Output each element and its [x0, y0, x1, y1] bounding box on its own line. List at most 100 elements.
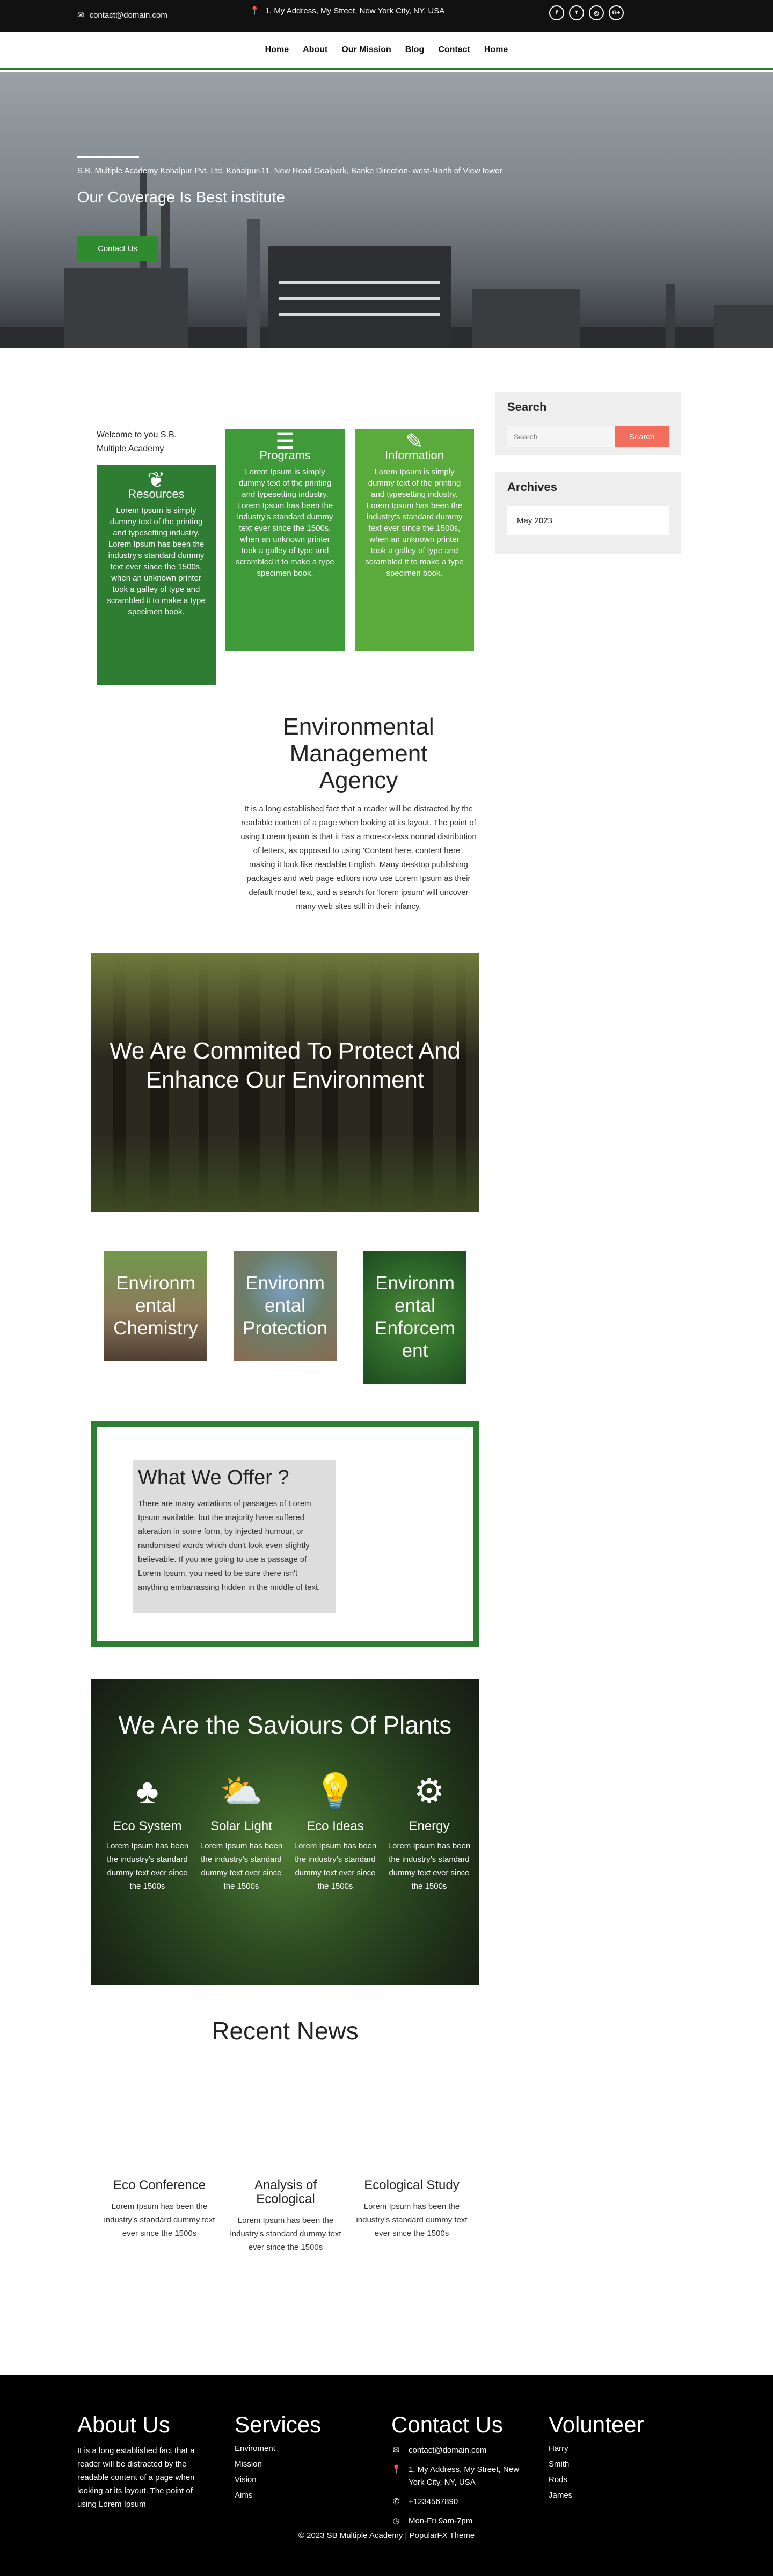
plant-item-title: Energy: [409, 1819, 450, 1833]
top-address: 📍 1, My Address, My Street, New York Cit…: [250, 6, 444, 16]
tile-label: Environm ental Chemistry: [113, 1273, 198, 1339]
card-programs: ☰ Programs Lorem Ipsum is simply dummy t…: [225, 429, 345, 651]
twitter-icon[interactable]: t: [569, 5, 584, 20]
news-item-title: Analysis of Ecological: [254, 2178, 317, 2206]
google-plus-icon[interactable]: G+: [609, 5, 624, 20]
plant-item-solar-light: ⛅ Solar Light Lorem Ipsum has been the i…: [194, 1771, 288, 1893]
nav-item-contact[interactable]: Contact: [438, 45, 470, 55]
environment-text: It is a long established fact that a rea…: [240, 804, 477, 911]
tree-icon: ♣: [136, 1772, 159, 1810]
archives-widget-title: Archives: [507, 480, 557, 494]
card-text: Lorem Ipsum is simply dummy text of the …: [365, 467, 464, 578]
leaf-icon: ❦: [147, 468, 165, 492]
plant-item-energy: ⚙ Energy Lorem Ipsum has been the indust…: [382, 1771, 476, 1893]
news-item-title: Eco Conference: [113, 2178, 206, 2192]
commitment-title: We Are Commited To Protect And Enhance O…: [110, 1038, 461, 1093]
card-title: Resources: [128, 487, 185, 501]
footer-volunteer-name[interactable]: Rods: [549, 2475, 683, 2484]
footer-about-text: It is a long established fact that a rea…: [77, 2446, 195, 2509]
tile-environmental-enforcement[interactable]: Environm ental Enforcem ent: [363, 1251, 466, 1384]
offer-section: What We Offer ? There are many variation…: [91, 1421, 479, 1647]
news-item-text: Lorem Ipsum has been the industry's stan…: [356, 2202, 468, 2238]
footer-service-link[interactable]: Aims: [235, 2491, 369, 2500]
top-email-text: contact@domain.com: [89, 10, 167, 20]
nav-item-home[interactable]: Home: [265, 45, 289, 55]
instagram-icon[interactable]: ◎: [589, 5, 604, 20]
archives-widget: Archives May 2023: [495, 472, 681, 554]
archive-item-label: May 2023: [517, 516, 552, 525]
footer-volunteer-title: Volunteer: [549, 2412, 644, 2437]
nav-item-about[interactable]: About: [303, 45, 327, 55]
search-widget-title: Search: [507, 400, 547, 414]
plant-item-title: Solar Light: [210, 1819, 272, 1833]
social-links: f t ◎ G+: [549, 5, 624, 20]
plants-section: We Are the Saviours Of Plants ♣ Eco Syst…: [91, 1679, 479, 1985]
card-resources: ❦ Resources Lorem Ipsum is simply dummy …: [97, 465, 216, 685]
top-address-text: 1, My Address, My Street, New York City,…: [265, 6, 445, 16]
plant-item-title: Eco System: [113, 1819, 182, 1833]
footer-contact-address: 1, My Address, My Street, New York City,…: [409, 2465, 519, 2487]
hero-divider: [77, 156, 139, 158]
search-input[interactable]: [507, 426, 615, 447]
plant-item-eco-ideas: 💡 Eco Ideas Lorem Ipsum has been the ind…: [288, 1771, 382, 1893]
plant-item-text: Lorem Ipsum has been the industry's stan…: [106, 1841, 189, 1891]
footer-service-link[interactable]: Vision: [235, 2475, 369, 2484]
card-title: Information: [384, 449, 444, 462]
welcome-text: Welcome to you S.B. Multiple Academy: [97, 430, 177, 453]
news-item-eco-conference[interactable]: Eco Conference Lorem Ipsum has been the …: [98, 2178, 221, 2240]
main-nav: Home About Our Mission Blog Contact Home: [0, 32, 773, 70]
news-item-ecological-study[interactable]: Ecological Study Lorem Ipsum has been th…: [350, 2178, 473, 2240]
footer-service-link[interactable]: Mission: [235, 2460, 369, 2469]
footer-contact-email[interactable]: contact@domain.com: [409, 2444, 486, 2457]
news-item-analysis-of-ecological[interactable]: Analysis of Ecological Lorem Ipsum has b…: [224, 2178, 347, 2254]
copyright: © 2023 SB Multiple Academy | PopularFX T…: [298, 2531, 475, 2540]
footer-about-title: About Us: [77, 2412, 170, 2437]
footer: About Us It is a long established fact t…: [0, 2375, 773, 2576]
map-pin-icon: 📍: [250, 6, 260, 16]
search-widget: Search Search: [495, 392, 681, 455]
top-bar: ✉ contact@domain.com 📍 1, My Address, My…: [0, 0, 773, 32]
footer-volunteer-name[interactable]: Harry: [549, 2444, 683, 2453]
tile-environmental-protection[interactable]: Environm ental Protection: [234, 1251, 337, 1361]
gear-icon: ⚙: [413, 1772, 445, 1810]
footer-about: About Us It is a long established fact t…: [77, 2412, 212, 2511]
news-item-text: Lorem Ipsum has been the industry's stan…: [230, 2216, 341, 2252]
footer-volunteer: Volunteer Harry Smith Rods James: [549, 2412, 683, 2506]
card-text: Lorem Ipsum is simply dummy text of the …: [107, 506, 206, 617]
tile-label: Environm ental Enforcem ent: [375, 1273, 455, 1361]
footer-volunteer-name[interactable]: James: [549, 2491, 683, 2500]
archive-item[interactable]: May 2023: [507, 506, 669, 535]
footer-services-title: Services: [235, 2412, 322, 2437]
news-item-title: Ecological Study: [364, 2178, 460, 2192]
hero-title: Our Coverage Is Best institute: [77, 189, 285, 206]
lightbulb-icon: 💡: [313, 1772, 357, 1810]
facebook-icon[interactable]: f: [549, 5, 564, 20]
footer-service-link[interactable]: Enviroment: [235, 2444, 369, 2453]
top-email[interactable]: ✉ contact@domain.com: [77, 10, 167, 20]
news-item-text: Lorem Ipsum has been the industry's stan…: [104, 2202, 215, 2238]
card-information: ✎ Information Lorem Ipsum is simply dumm…: [355, 429, 474, 651]
footer-contact-phone[interactable]: +1234567890: [409, 2496, 458, 2508]
plant-item-eco-system: ♣ Eco System Lorem Ipsum has been the in…: [100, 1771, 194, 1893]
nav-item-blog[interactable]: Blog: [405, 45, 425, 55]
hero-address: S.B. Multiple Academy Kohalpur Pvt. Ltd,…: [77, 166, 502, 175]
offer-text: There are many variations of passages of…: [138, 1499, 320, 1592]
map-pin-icon: 📍: [391, 2465, 402, 2474]
tile-environmental-chemistry[interactable]: Environm ental Chemistry: [104, 1251, 207, 1361]
card-title: Programs: [259, 449, 311, 462]
sun-cloud-icon: ⛅: [220, 1772, 263, 1810]
offer-title: What We Offer ?: [138, 1466, 289, 1489]
commitment-banner: We Are Commited To Protect And Enhance O…: [91, 953, 479, 1212]
environment-title: Environmental Management Agency: [283, 714, 434, 794]
nav-item-our-mission[interactable]: Our Mission: [341, 45, 391, 55]
search-button[interactable]: Search: [615, 426, 669, 447]
footer-contact: Contact Us ✉ contact@domain.com 📍 1, My Ad…: [391, 2412, 536, 2534]
envelope-icon: ✉: [392, 2446, 400, 2455]
envelope-icon: ✉: [77, 11, 84, 20]
contact-us-button[interactable]: Contact Us: [77, 236, 158, 261]
footer-contact-title: Contact Us: [391, 2412, 503, 2437]
plant-item-text: Lorem Ipsum has been the industry's stan…: [294, 1841, 377, 1891]
clock-icon: ◷: [392, 2516, 400, 2526]
footer-volunteer-name[interactable]: Smith: [549, 2460, 683, 2469]
nav-item-home-2[interactable]: Home: [484, 45, 508, 55]
